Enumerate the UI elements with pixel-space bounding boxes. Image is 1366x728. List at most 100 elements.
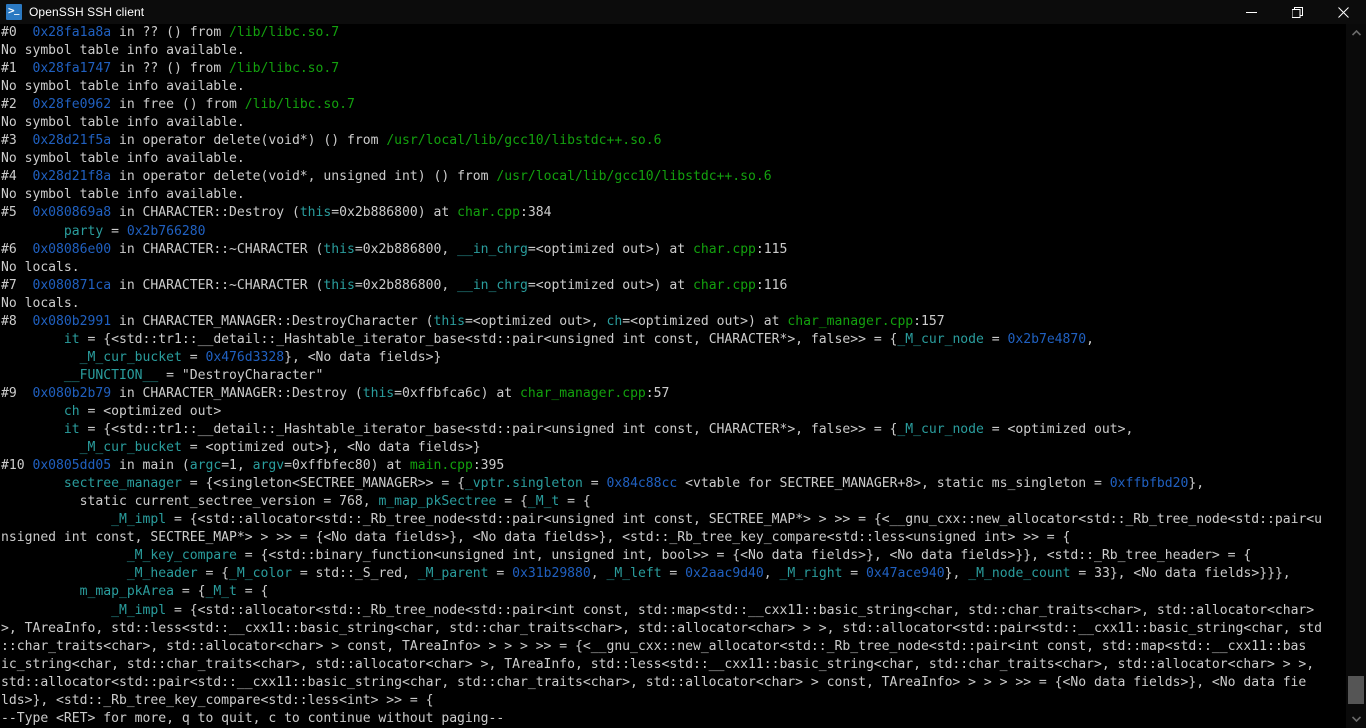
terminal-text-span: nsigned int const, SECTREE_MAP*> > >> = … <box>1 530 1070 545</box>
terminal-output-area[interactable]: #0 0x28fa1a8a in ?? () from /lib/libc.so… <box>0 24 1346 728</box>
terminal-text-span: = { <box>496 494 527 509</box>
terminal-text-span: lds>}, <std::_Rb_tree_key_compare<std::l… <box>1 693 433 708</box>
terminal-text-span: }, <box>1188 476 1204 491</box>
terminal-text-span: ic_string<char, std::char_traits<char>, … <box>1 657 1322 672</box>
terminal-text-span: _M_cur_bucket <box>80 350 182 365</box>
terminal-lines: #0 0x28fa1a8a in ?? () from /lib/libc.so… <box>0 24 1346 728</box>
terminal-text-span: }, <box>945 566 969 581</box>
terminal-text-span <box>1 566 127 581</box>
terminal-line: #5 0x080869a8 in CHARACTER::Destroy (thi… <box>1 204 1346 222</box>
terminal-text-span <box>1 512 111 527</box>
terminal-text-span: #5 <box>1 205 32 220</box>
terminal-text-span: 0x080871ca <box>32 278 111 293</box>
terminal-text-span: , <box>1086 332 1094 347</box>
terminal-line: --Type <RET> for more, q to quit, c to c… <box>1 710 1346 728</box>
terminal-text-span: in operator delete(void*, unsigned int) … <box>111 169 496 184</box>
terminal-line: _M_cur_bucket = <optimized out>}, <No da… <box>1 439 1346 457</box>
terminal-line: No symbol table info available. <box>1 150 1346 168</box>
terminal-text-span: _M_impl <box>111 512 166 527</box>
scrollbar-track[interactable] <box>1346 42 1366 710</box>
terminal-line: #10 0x0805dd05 in main (argc=1, argv=0xf… <box>1 457 1346 475</box>
terminal-text-span: #1 <box>1 61 32 76</box>
terminal-text-span <box>1 404 64 419</box>
terminal-text-span: #3 <box>1 133 32 148</box>
terminal-text-span: _M_right <box>780 566 843 581</box>
terminal-text-span: 0x080b2b79 <box>32 386 111 401</box>
terminal-line: #8 0x080b2991 in CHARACTER_MANAGER::Dest… <box>1 313 1346 331</box>
terminal-text-span: = {<std::tr1::__detail::_Hashtable_itera… <box>80 332 898 347</box>
terminal-text-span: #9 <box>1 386 32 401</box>
terminal-text-span: _M_parent <box>418 566 489 581</box>
terminal-text-span: , <box>764 566 780 581</box>
terminal-text-span <box>1 224 64 239</box>
window-controls <box>1228 0 1366 24</box>
terminal-text-span: No symbol table info available. <box>1 187 245 202</box>
terminal-text-span: :116 <box>756 278 787 293</box>
terminal-text-span: 0x080b2991 <box>32 314 111 329</box>
terminal-text-span: this <box>323 278 354 293</box>
terminal-text-span: No locals. <box>1 260 80 275</box>
terminal-text-span: in CHARACTER::Destroy ( <box>111 205 300 220</box>
terminal-text-span: __in_chrg <box>457 242 528 257</box>
terminal-text-span: this <box>363 386 394 401</box>
terminal-text-span: <vtable for SECTREE_MANAGER+8>, static m… <box>677 476 1109 491</box>
terminal-text-span: ::char_traits<char>, std::allocator<char… <box>1 639 1306 654</box>
vertical-scrollbar[interactable] <box>1346 24 1366 728</box>
chevron-down-icon[interactable] <box>1346 710 1366 728</box>
terminal-text-span: ch <box>606 314 622 329</box>
terminal-text-span: = <optimized out>}, <No data fields>} <box>182 440 481 455</box>
terminal-text-span: No symbol table info available. <box>1 79 245 94</box>
terminal-text-span: 0x28fa1a8a <box>32 25 111 40</box>
chevron-up-icon[interactable] <box>1346 24 1366 42</box>
close-button[interactable] <box>1320 0 1366 24</box>
terminal-line: ic_string<char, std::char_traits<char>, … <box>1 656 1346 674</box>
terminal-text-span: in main ( <box>111 458 190 473</box>
terminal-line: nsigned int const, SECTREE_MAP*> > >> = … <box>1 529 1346 547</box>
terminal-text-span: = <box>583 476 607 491</box>
terminal-text-span: = <optimized out> <box>80 404 222 419</box>
terminal-text-span: :157 <box>913 314 944 329</box>
terminal-text-span: =<optimized out>) at <box>528 278 693 293</box>
terminal-text-span: 0x31b29880 <box>512 566 591 581</box>
terminal-text-span: _M_node_count <box>968 566 1070 581</box>
terminal-text-span <box>1 440 80 455</box>
terminal-line: No symbol table info available. <box>1 114 1346 132</box>
terminal-text-span: _M_left <box>607 566 662 581</box>
terminal-text-span: main.cpp <box>410 458 473 473</box>
terminal-text-span: /lib/libc.so.7 <box>229 25 339 40</box>
terminal-text-span: sectree_manager <box>64 476 182 491</box>
terminal-line: ::char_traits<char>, std::allocator<char… <box>1 638 1346 656</box>
terminal-line: it = {<std::tr1::__detail::_Hashtable_it… <box>1 331 1346 349</box>
terminal-text-span: _M_color <box>229 566 292 581</box>
terminal-text-span: char.cpp <box>457 205 520 220</box>
terminal-line: #4 0x28d21f8a in operator delete(void*, … <box>1 168 1346 186</box>
terminal-text-span: = <box>662 566 686 581</box>
terminal-line: No symbol table info available. <box>1 42 1346 60</box>
terminal-text-span: this <box>433 314 464 329</box>
terminal-text-span: =0x2b886800, <box>355 242 457 257</box>
window-title: OpenSSH SSH client <box>29 5 144 19</box>
terminal-text-span: #0 <box>1 25 32 40</box>
terminal-text-span: = <box>182 350 206 365</box>
terminal-line: #6 0x08086e00 in CHARACTER::~CHARACTER (… <box>1 241 1346 259</box>
terminal-text-span: =0x2b886800) at <box>331 205 457 220</box>
terminal-line: >, TAreaInfo, std::less<std::__cxx11::ba… <box>1 620 1346 638</box>
terminal-text-span <box>1 548 127 563</box>
minimize-button[interactable] <box>1228 0 1274 24</box>
terminal-text-span: in ?? () from <box>111 61 229 76</box>
terminal-line: lds>}, <std::_Rb_tree_key_compare<std::l… <box>1 692 1346 710</box>
terminal-text-span: in free () from <box>111 97 245 112</box>
terminal-line: #9 0x080b2b79 in CHARACTER_MANAGER::Dest… <box>1 385 1346 403</box>
terminal-line: No locals. <box>1 259 1346 277</box>
scrollbar-thumb[interactable] <box>1348 676 1364 704</box>
terminal-text-span: = <box>842 566 866 581</box>
terminal-text-span: m_map_pkArea <box>80 584 174 599</box>
terminal-line: #0 0x28fa1a8a in ?? () from /lib/libc.so… <box>1 24 1346 42</box>
terminal-text-span: 0x28d21f8a <box>32 169 111 184</box>
terminal-text-span: =0xffbfca6c) at <box>394 386 520 401</box>
restore-button[interactable] <box>1274 0 1320 24</box>
terminal-text-span: char_manager.cpp <box>520 386 646 401</box>
terminal-text-span: :115 <box>756 242 787 257</box>
terminal-line: _M_impl = {<std::allocator<std::_Rb_tree… <box>1 602 1346 620</box>
terminal-text-span: 0x2b766280 <box>127 224 206 239</box>
